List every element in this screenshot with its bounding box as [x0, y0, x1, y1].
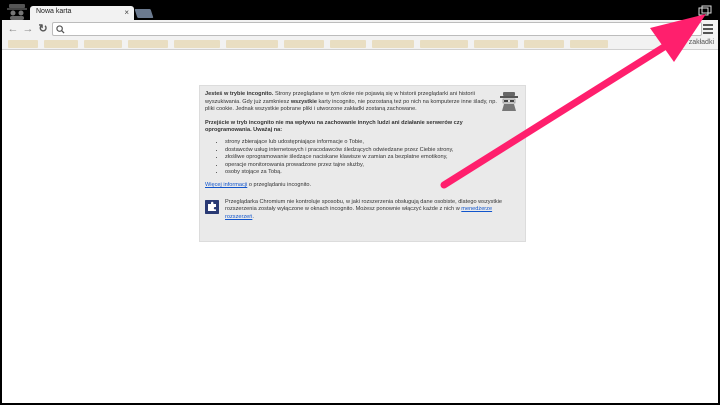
bookmark-item[interactable] [524, 40, 564, 48]
incognito-avatar-icon [7, 4, 27, 20]
bookmark-item[interactable] [8, 40, 38, 48]
address-bar[interactable]: ☆ [52, 22, 702, 36]
bookmark-item[interactable] [226, 40, 278, 48]
bookmark-item[interactable] [174, 40, 220, 48]
puzzle-icon [205, 199, 219, 214]
bookmarks-bar: Inne zakładki [2, 38, 718, 50]
reload-icon[interactable]: ↻ [36, 22, 50, 36]
bookmark-item[interactable] [330, 40, 366, 48]
other-bookmarks[interactable]: Inne zakładki [673, 39, 714, 46]
intro-bold: Jesteś w trybie incognito. [205, 91, 274, 97]
extensions-notice: Przeglądarka Chromium nie kontroluje spo… [205, 199, 520, 222]
incognito-warning-heading: Przejście w tryb incognito nie ma wpływu… [205, 119, 463, 134]
bookmark-item[interactable] [128, 40, 168, 48]
tab-new-tab[interactable]: Nowa karta × [30, 6, 134, 21]
back-icon[interactable]: ← [6, 22, 20, 36]
list-item: osoby stojące za Tobą. [225, 169, 520, 177]
more-info-rest: o przeglądaniu incognito. [247, 181, 312, 188]
extensions-end: . [252, 213, 254, 220]
spy-icon [500, 92, 518, 111]
bookmark-item[interactable] [372, 40, 414, 48]
new-tab-button[interactable] [134, 9, 154, 18]
tab-strip: Nowa karta × [2, 2, 718, 21]
bookmark-item[interactable] [84, 40, 122, 48]
intro-bold-2: wszystkie [290, 98, 317, 105]
bookmark-item[interactable] [284, 40, 324, 48]
forward-icon[interactable]: → [21, 22, 35, 36]
menu-icon[interactable] [702, 22, 714, 36]
incognito-info-box: Jesteś w trybie incognito. Strony przegl… [199, 85, 526, 242]
tab-title: Nowa karta [36, 8, 72, 15]
list-item: złośliwe oprogramowanie śledzące naciska… [225, 154, 520, 162]
close-tab-icon[interactable]: × [124, 8, 129, 18]
more-info-line: Więcej informacji o przeglądaniu incogni… [205, 182, 520, 190]
bookmark-item[interactable] [420, 40, 468, 48]
bookmark-item[interactable] [474, 40, 518, 48]
toolbar: ← → ↻ ☆ [2, 20, 718, 38]
search-icon [56, 25, 65, 34]
browser-window: Nowa karta × ← → ↻ ☆ Inne zakładki Jeste… [0, 0, 720, 405]
more-info-link[interactable]: Więcej informacji [205, 182, 247, 188]
list-item: strony zbierające lub udostępniające inf… [225, 139, 520, 147]
bookmark-item[interactable] [570, 40, 608, 48]
list-item: operacje monitorowania prowadzone przez … [225, 162, 520, 170]
bookmark-item[interactable] [44, 40, 78, 48]
restore-window-icon[interactable] [698, 5, 712, 16]
incognito-intro: Jesteś w trybie incognito. Strony przegl… [205, 91, 505, 114]
star-icon[interactable]: ☆ [688, 23, 697, 35]
warning-list: strony zbierające lub udostępniające inf… [217, 139, 520, 177]
list-item: dostawców usług internetowych i pracodaw… [225, 147, 520, 155]
